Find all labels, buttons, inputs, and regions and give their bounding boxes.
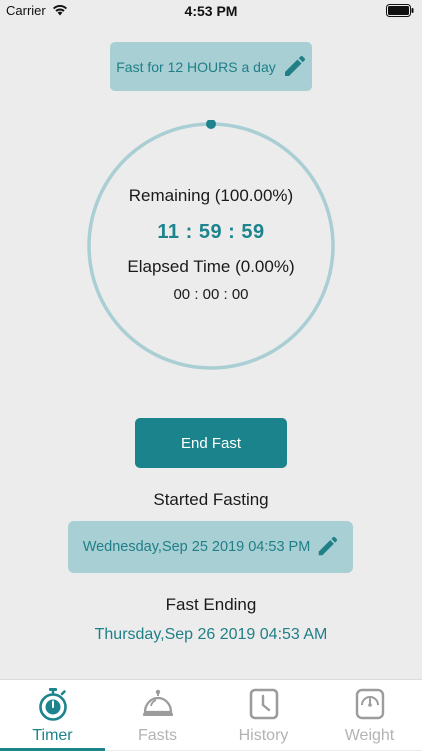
- tab-timer-label: Timer: [32, 727, 73, 744]
- start-date-button[interactable]: Wednesday,Sep 25 2019 04:53 PM: [68, 521, 353, 573]
- start-date-label: Wednesday,Sep 25 2019 04:53 PM: [82, 539, 311, 555]
- scale-icon: [355, 688, 385, 720]
- status-time: 4:53 PM: [184, 3, 238, 19]
- timer-progress-ring: [87, 120, 335, 370]
- end-fast-button[interactable]: End Fast: [135, 418, 287, 468]
- timer-progress-dot: [206, 120, 216, 129]
- timer-ring-track: [87, 122, 335, 370]
- remaining-time: 11 : 59 : 59: [157, 221, 265, 243]
- end-date: Thursday,Sep 26 2019 04:53 AM: [94, 626, 328, 643]
- tab-history[interactable]: History: [211, 680, 316, 751]
- started-fasting-label: Started Fasting: [153, 490, 269, 509]
- remaining-label: Remaining (100.00%): [128, 186, 294, 205]
- elapsed-label: Elapsed Time (0.00%): [127, 257, 295, 276]
- fast-goal-label: Fast for 12 HOURS a day: [116, 58, 276, 75]
- tab-fasts[interactable]: Fasts: [105, 680, 210, 751]
- tab-bar: Timer Fasts History Weight: [0, 679, 422, 751]
- tab-fasts-label: Fasts: [137, 727, 178, 744]
- battery-icon: [386, 4, 414, 17]
- pencil-icon: [319, 536, 338, 556]
- tab-weight[interactable]: Weight: [317, 680, 422, 751]
- food-cloche-icon: [143, 689, 173, 716]
- fast-ending-label: Fast Ending: [165, 595, 257, 614]
- stopwatch-icon: [39, 688, 67, 721]
- clock-icon: [249, 688, 279, 720]
- tab-history-label: History: [238, 727, 289, 744]
- tab-timer[interactable]: Timer: [0, 680, 105, 751]
- tab-weight-label: Weight: [344, 727, 395, 744]
- fast-goal-button[interactable]: Fast for 12 HOURS a day: [110, 42, 312, 91]
- pencil-icon: [284, 55, 305, 76]
- status-bar: Carrier 4:53 PM: [0, 0, 422, 22]
- elapsed-time: 00 : 00 : 00: [173, 286, 249, 303]
